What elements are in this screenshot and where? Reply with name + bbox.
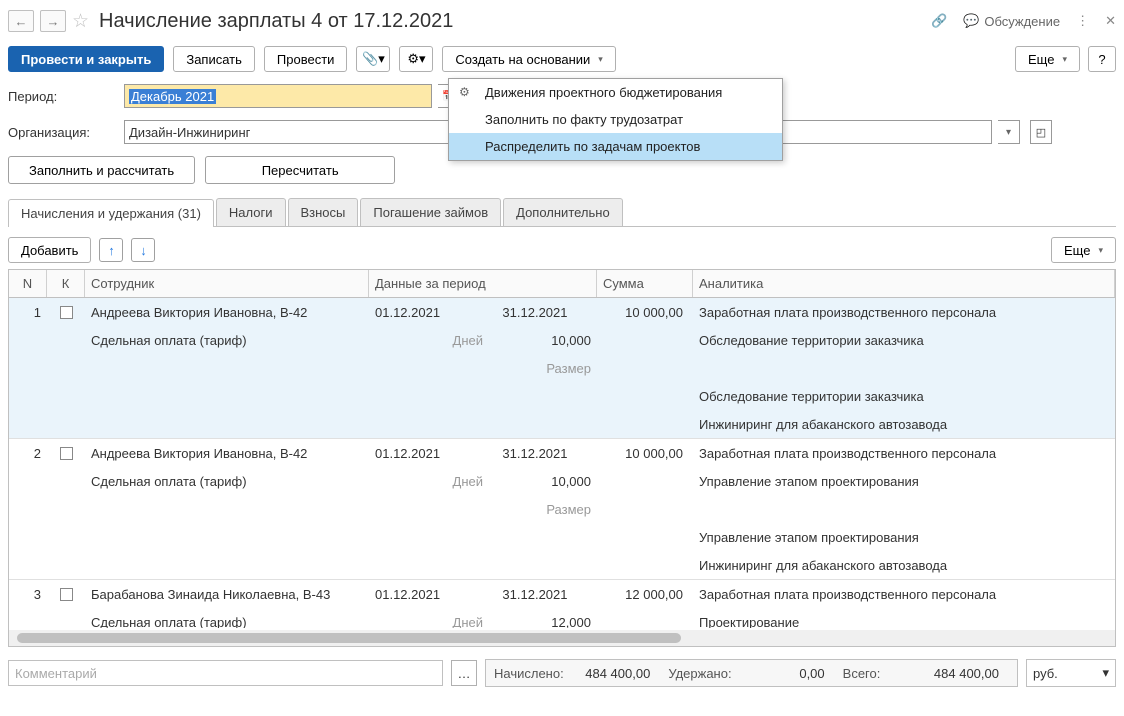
page-title: Начисление зарплаты 4 от 17.12.2021 (99, 10, 453, 33)
period-label: Период: (8, 89, 118, 104)
chevron-down-icon: ▾ (1102, 665, 1109, 681)
comment-ellipsis-button[interactable]: … (451, 660, 477, 686)
post-and-close-button[interactable]: Провести и закрыть (8, 46, 164, 72)
settings-dropdown-button[interactable]: ⚙▾ (399, 46, 433, 72)
totals-panel: Начислено: 484 400,00 Удержано: 0,00 Всего… (485, 659, 1018, 687)
total-value: 484 400,00 (929, 666, 1009, 681)
nav-back-button[interactable]: ← (8, 10, 34, 32)
table-row[interactable]: 2Андреева Виктория Ивановна, В-4201.12.2… (9, 439, 1115, 580)
menu-item-distribute-tasks[interactable]: Распределить по задачам проектов (449, 133, 782, 160)
tab-additional[interactable]: Дополнительно (503, 198, 623, 226)
move-up-button[interactable]: ↑ (99, 238, 123, 262)
tab-contributions[interactable]: Взносы (288, 198, 359, 226)
row-checkbox[interactable] (60, 306, 73, 319)
org-label: Организация: (8, 125, 118, 140)
discuss-button[interactable]: 💬 Обсуждение (963, 13, 1060, 29)
attach-button[interactable]: 📎▾ (356, 46, 390, 72)
org-dropdown-button[interactable]: ▾ (998, 120, 1020, 144)
col-analytics[interactable]: Аналитика (693, 270, 1115, 297)
menu-item-fill-by-labor[interactable]: Заполнить по факту трудозатрат (449, 106, 782, 133)
accrued-label: Начислено: (494, 666, 564, 681)
save-button[interactable]: Записать (173, 46, 255, 72)
close-icon[interactable]: ✕ (1105, 13, 1116, 29)
chat-icon: 💬 (963, 13, 979, 29)
currency-select[interactable]: руб.▾ (1026, 659, 1116, 687)
withheld-label: Удержано: (668, 666, 731, 681)
kebab-icon[interactable]: ⋮ (1076, 13, 1089, 29)
post-button[interactable]: Провести (264, 46, 348, 72)
col-k[interactable]: К (47, 270, 85, 297)
withheld-value: 0,00 (755, 666, 835, 681)
menu-item-budget-movements[interactable]: Движения проектного бюджетирования (449, 79, 782, 106)
nav-forward-button[interactable]: → (40, 10, 66, 32)
add-button[interactable]: Добавить (8, 237, 91, 263)
total-label: Всего: (843, 666, 881, 681)
tab-loans[interactable]: Погашение займов (360, 198, 501, 226)
period-input[interactable]: Декабрь 2021 (124, 84, 432, 108)
row-checkbox[interactable] (60, 447, 73, 460)
table-row[interactable]: 1Андреева Виктория Ивановна, В-4201.12.2… (9, 298, 1115, 439)
link-icon[interactable]: 🔗 (931, 13, 947, 29)
accrued-value: 484 400,00 (580, 666, 660, 681)
settings-dropdown-menu: Движения проектного бюджетирования Запол… (448, 78, 783, 161)
horizontal-scrollbar[interactable] (9, 630, 1115, 646)
org-open-button[interactable]: ◰ (1030, 120, 1052, 144)
table-more-button[interactable]: Еще (1051, 237, 1116, 263)
recalc-button[interactable]: Пересчитать (205, 156, 395, 184)
col-employee[interactable]: Сотрудник (85, 270, 369, 297)
fill-calc-button[interactable]: Заполнить и рассчитать (8, 156, 195, 184)
col-period-data[interactable]: Данные за период (369, 270, 597, 297)
col-sum[interactable]: Сумма (597, 270, 693, 297)
help-button[interactable]: ? (1088, 46, 1116, 72)
accruals-table: N К Сотрудник Данные за период Сумма Ана… (8, 269, 1116, 647)
favorite-star-icon[interactable]: ☆ (72, 10, 89, 33)
move-down-button[interactable]: ↓ (131, 238, 155, 262)
tab-accruals[interactable]: Начисления и удержания (31) (8, 199, 214, 227)
discuss-label: Обсуждение (984, 14, 1060, 29)
table-row[interactable]: 3Барабанова Зинаида Николаевна, В-4301.1… (9, 580, 1115, 628)
more-button[interactable]: Еще (1015, 46, 1080, 72)
tab-taxes[interactable]: Налоги (216, 198, 286, 226)
col-n[interactable]: N (9, 270, 47, 297)
create-based-button[interactable]: Создать на основании (442, 46, 615, 72)
row-checkbox[interactable] (60, 588, 73, 601)
comment-input[interactable]: Комментарий (8, 660, 443, 686)
